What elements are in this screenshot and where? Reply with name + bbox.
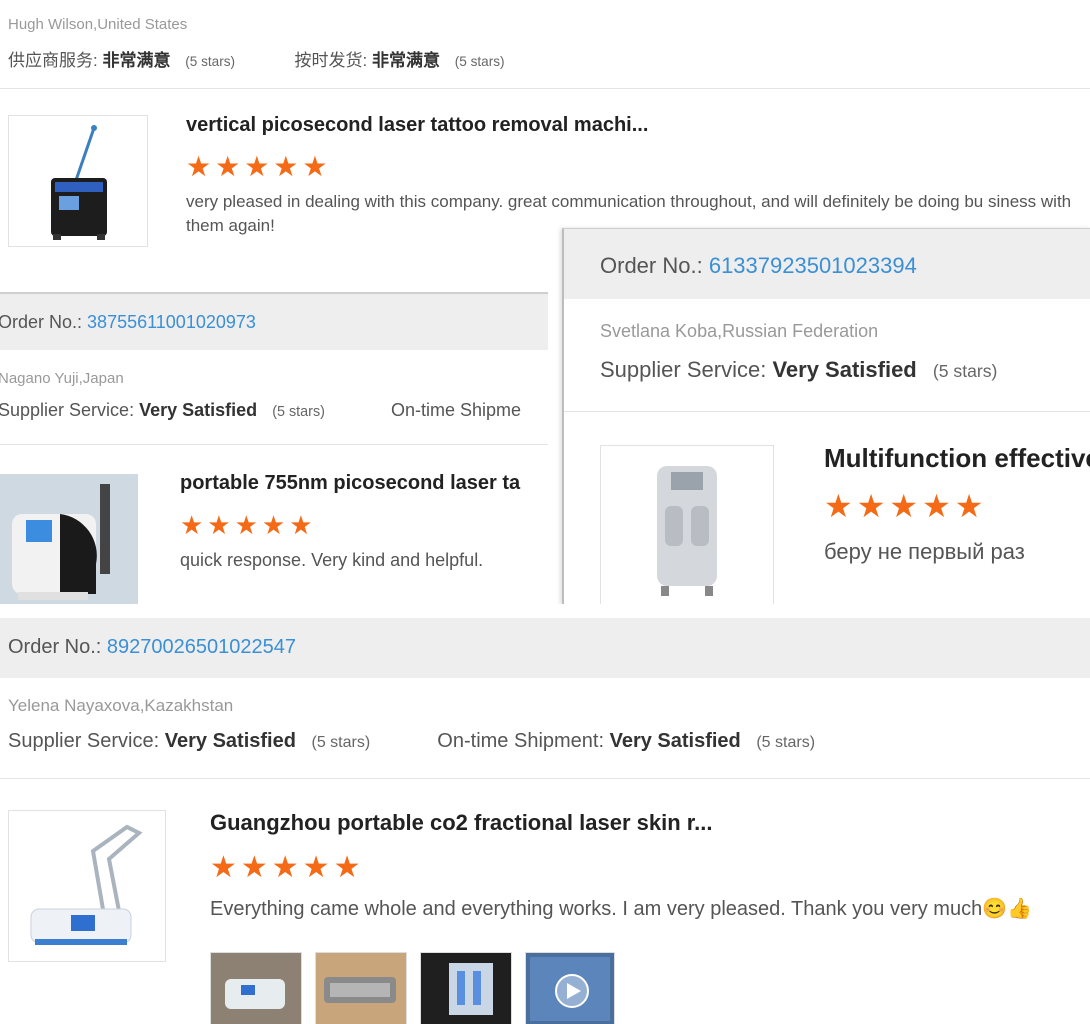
co2-laser-machine-icon [30,824,143,945]
service-label: 供应商服务: [8,51,98,70]
product-title[interactable]: Guangzhou portable co2 fractional laser … [210,810,712,836]
review-comment: беру не первый раз [824,539,1025,564]
product-image[interactable] [600,445,774,605]
reviewer-name: Hugh Wilson,United States [8,16,188,33]
product-image[interactable] [8,115,148,247]
order-header: Order No.: 38755611001020973 [0,294,548,350]
rating-line: 供应商服务: 非常满意 (5 stars) 按时发货: 非常满意 (5 star… [8,46,505,71]
laser-device-photo-icon [0,474,138,606]
review-panel-nagano: Order No.: 38755611001020973 Nagano Yuji… [0,292,548,606]
shipment-label: On-time Shipme [391,400,522,420]
service-label: Supplier Service: [8,730,160,752]
shipment-stars: (5 stars) [454,54,505,69]
reviewer-name: Nagano Yuji,Japan [0,370,124,387]
reviewer-name: Svetlana Koba,Russian Federation [600,321,879,341]
rating-line: Supplier Service: Very Satisfied (5 star… [8,730,815,753]
star-rating: ★★★★★ [186,151,332,182]
review-panel-svetlana: Order No.: 61337923501023394 Svetlana Ko… [562,228,1090,605]
product-title[interactable]: Multifunction effective [824,443,1090,474]
order-number-link[interactable]: 38755611001020973 [87,312,256,332]
star-rating: ★★★★★ [180,510,317,540]
service-value: Very Satisfied [772,357,917,382]
order-number-link[interactable]: 89270026501022547 [107,636,296,658]
order-label: Order No.: [0,312,83,332]
review-panel-yelena: Order No.: 89270026501022547 Yelena Naya… [0,604,1090,1024]
order-label: Order No.: [8,636,102,658]
order-number-link[interactable]: 61337923501023394 [709,253,917,278]
rating-line: Supplier Service: Very Satisfied (5 star… [0,400,521,421]
order-label: Order No.: [600,253,703,278]
review-comment: quick response. Very kind and helpful. [180,550,484,570]
divider [0,778,1090,779]
divider [0,88,1090,89]
review-photo-2[interactable] [315,952,407,1024]
shipment-stars: (5 stars) [756,734,816,751]
shipment-label: 按时发货: [294,51,368,70]
service-stars: (5 stars) [311,734,371,751]
service-stars: (5 stars) [185,54,236,69]
reviewer-name: Yelena Nayaxova,Kazakhstan [8,696,234,715]
product-title[interactable]: vertical picosecond laser tattoo removal… [186,114,648,137]
play-icon [530,957,610,1021]
review-photo-3[interactable] [420,952,512,1024]
service-label: Supplier Service: [0,400,135,420]
product-image[interactable] [0,474,138,606]
product-image[interactable] [8,810,166,962]
rating-line: Supplier Service: Very Satisfied (5 star… [600,357,997,383]
order-header: Order No.: 89270026501022547 [0,618,1090,678]
service-value: 非常满意 [102,51,171,70]
review-photo-1[interactable] [210,952,302,1024]
shipment-value: 非常满意 [372,51,440,70]
photo-thumbnail-icon [324,977,396,1003]
star-rating: ★★★★★ [824,488,988,524]
service-stars: (5 stars) [272,404,325,420]
shipment-label: On-time Shipment: [437,730,605,752]
divider [564,411,1090,412]
photo-thumbnail-icon [449,963,493,1015]
ipl-machine-icon [657,466,717,596]
service-value: Very Satisfied [164,730,296,752]
service-value: Very Satisfied [139,400,258,420]
product-title[interactable]: portable 755nm picosecond laser ta [180,472,520,495]
divider [0,444,548,445]
service-label: Supplier Service: [600,357,767,382]
review-video-thumbnail[interactable] [525,952,615,1024]
photo-thumbnail-icon [225,979,285,1009]
shipment-value: Very Satisfied [609,730,741,752]
review-comment: Everything came whole and everything wor… [210,898,1033,920]
service-stars: (5 stars) [932,361,998,381]
star-rating: ★★★★★ [210,851,365,884]
laser-machine-icon [51,125,107,240]
order-header: Order No.: 61337923501023394 [564,229,1090,299]
